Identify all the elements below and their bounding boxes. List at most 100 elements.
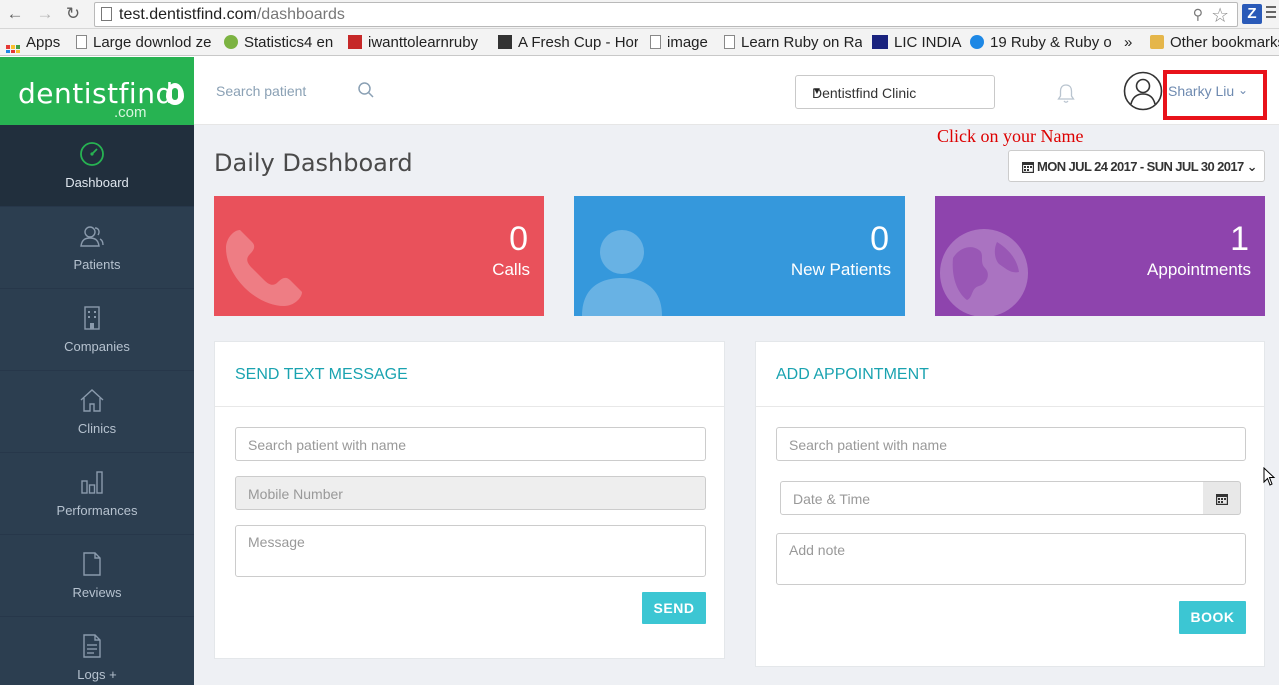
caret-down-icon: ▼	[812, 86, 822, 97]
bookmark-star-icon[interactable]: ☆	[1211, 3, 1229, 28]
stat-label: Calls	[492, 260, 530, 279]
message-textarea[interactable]: Message	[235, 525, 706, 577]
send-text-message-panel: SEND TEXT MESSAGE Search patient with na…	[214, 341, 725, 659]
search-icon[interactable]	[357, 81, 375, 99]
zotero-extension-icon[interactable]: Z	[1242, 4, 1262, 24]
globe-icon	[940, 229, 1028, 316]
sidebar: Dashboard Patients Companies Clinics Per…	[0, 125, 194, 685]
sidebar-item-label: Companies	[64, 339, 130, 354]
bell-icon[interactable]	[1056, 83, 1076, 105]
calendar-icon	[1216, 494, 1228, 505]
ruby-favicon	[348, 35, 362, 49]
browser-toolbar: ← → ↻ test.dentistfind.com/dashboards ⚲ …	[0, 0, 1279, 29]
stat-card-appointments[interactable]: 1 Appointments	[935, 196, 1265, 316]
sidebar-item-label: Patients	[73, 257, 121, 272]
stackoverflow-favicon	[970, 35, 984, 49]
sidebar-item-label: Dashboard	[65, 175, 129, 190]
brand-name: dentistfind	[18, 77, 174, 110]
page-icon	[724, 35, 735, 49]
other-bookmarks-folder[interactable]: Other bookmarks	[1150, 33, 1279, 53]
map-pin-icon	[166, 83, 184, 105]
page-icon	[650, 35, 661, 49]
reload-icon[interactable]: ↻	[64, 5, 82, 23]
apps-grid-icon	[6, 45, 20, 53]
app-root: dentistfind .com Search patient Dentistf…	[0, 57, 1279, 685]
stat-value: 0	[509, 220, 528, 258]
document-icon	[83, 552, 101, 576]
browser-menu-icon[interactable]	[1266, 6, 1276, 22]
bookmark-lic-india[interactable]: LIC INDIA	[872, 33, 962, 53]
bookmarks-bar: Apps Large downlod ze Statistics4 en iwa…	[0, 29, 1279, 56]
panel-title: ADD APPOINTMENT	[776, 366, 929, 383]
sidebar-item-label: Performances	[56, 503, 138, 518]
statistics-favicon	[224, 35, 238, 49]
calendar-picker-button[interactable]	[1203, 481, 1241, 515]
stat-value: 1	[1230, 220, 1249, 258]
brand-suffix: .com	[114, 104, 147, 121]
building-icon	[84, 306, 100, 330]
search-input[interactable]: Search patient	[216, 83, 306, 99]
sidebar-item-companies[interactable]: Companies	[0, 289, 194, 371]
sidebar-item-patients[interactable]: Patients	[0, 207, 194, 289]
bookmark-fresh-cup[interactable]: A Fresh Cup - Hor	[498, 33, 638, 53]
stat-card-new-patients[interactable]: 0 New Patients	[574, 196, 905, 316]
user-avatar-icon[interactable]	[1123, 71, 1163, 111]
date-range-button[interactable]: MON JUL 24 2017 - SUN JUL 30 2017 ⌄	[1008, 150, 1265, 182]
log-file-icon	[83, 634, 101, 658]
forward-icon[interactable]: →	[36, 5, 54, 23]
page-title: Daily Dashboard	[214, 149, 413, 177]
note-textarea[interactable]: Add note	[776, 533, 1246, 585]
bookmark-statistics[interactable]: Statistics4 en	[224, 33, 340, 53]
bookmarks-overflow-button[interactable]: »	[1124, 33, 1138, 53]
stat-label: New Patients	[790, 260, 891, 279]
lic-favicon	[872, 35, 888, 49]
bookmark-large-download[interactable]: Large downlod ze	[76, 33, 214, 53]
sidebar-item-label: Clinics	[77, 421, 117, 436]
user-name-highlight-box	[1163, 70, 1267, 120]
sidebar-item-label: Logs +	[77, 667, 117, 682]
annotation-note: Click on your Name	[937, 126, 1084, 146]
phone-icon	[226, 230, 302, 306]
stat-card-calls[interactable]: 0 Calls	[214, 196, 544, 316]
stat-label: Appointments	[1147, 260, 1251, 279]
address-bar[interactable]: test.dentistfind.com/dashboards ⚲ ☆	[94, 2, 1238, 27]
sidebar-item-logs[interactable]: Logs +	[0, 617, 194, 699]
add-appointment-panel: ADD APPOINTMENT Search patient with name…	[755, 341, 1265, 667]
patient-search-input[interactable]: Search patient with name	[776, 427, 1246, 461]
folder-icon	[1150, 35, 1164, 49]
panel-title: SEND TEXT MESSAGE	[235, 366, 408, 383]
panel-header: SEND TEXT MESSAGE	[215, 342, 724, 407]
page-icon	[76, 35, 87, 49]
date-time-input[interactable]: Date & Time	[780, 481, 1204, 515]
mouse-cursor-icon	[1263, 467, 1276, 486]
bookmark-ruby-so[interactable]: 19 Ruby & Ruby o	[970, 33, 1112, 53]
bar-chart-icon	[81, 471, 103, 494]
bookmark-image[interactable]: image	[650, 33, 716, 53]
sidebar-item-dashboard[interactable]: Dashboard	[0, 125, 194, 207]
calendar-icon	[1022, 162, 1034, 173]
bookmark-learn-ruby[interactable]: Learn Ruby on Ra	[724, 33, 862, 53]
panel-header: ADD APPOINTMENT	[756, 342, 1264, 407]
chevron-down-icon: ⌄	[1243, 159, 1258, 174]
bookmark-apps[interactable]: Apps	[6, 33, 66, 53]
cube-favicon	[498, 35, 512, 49]
mobile-number-field[interactable]: Mobile Number	[235, 476, 706, 510]
users-icon	[80, 226, 104, 247]
send-button[interactable]: SEND	[642, 592, 706, 624]
page-icon	[101, 7, 112, 21]
patient-search-input[interactable]: Search patient with name	[235, 427, 706, 461]
clinic-select[interactable]: Dentistfind Clinic ▼	[795, 75, 995, 109]
sidebar-item-performances[interactable]: Performances	[0, 453, 194, 535]
sidebar-item-label: Reviews	[72, 585, 122, 600]
sidebar-item-reviews[interactable]: Reviews	[0, 535, 194, 617]
top-header: Search patient Dentistfind Clinic ▼ Shar…	[194, 57, 1279, 125]
sidebar-item-clinics[interactable]: Clinics	[0, 371, 194, 453]
home-icon	[80, 389, 104, 412]
bookmark-iwanttolearnruby[interactable]: iwanttolearnruby	[348, 33, 488, 53]
user-icon	[582, 230, 662, 316]
book-button[interactable]: BOOK	[1179, 601, 1246, 634]
brand-logo[interactable]: dentistfind .com	[0, 57, 194, 125]
back-icon[interactable]: ←	[6, 5, 24, 23]
stat-value: 0	[870, 220, 889, 258]
key-icon[interactable]: ⚲	[1193, 6, 1203, 23]
